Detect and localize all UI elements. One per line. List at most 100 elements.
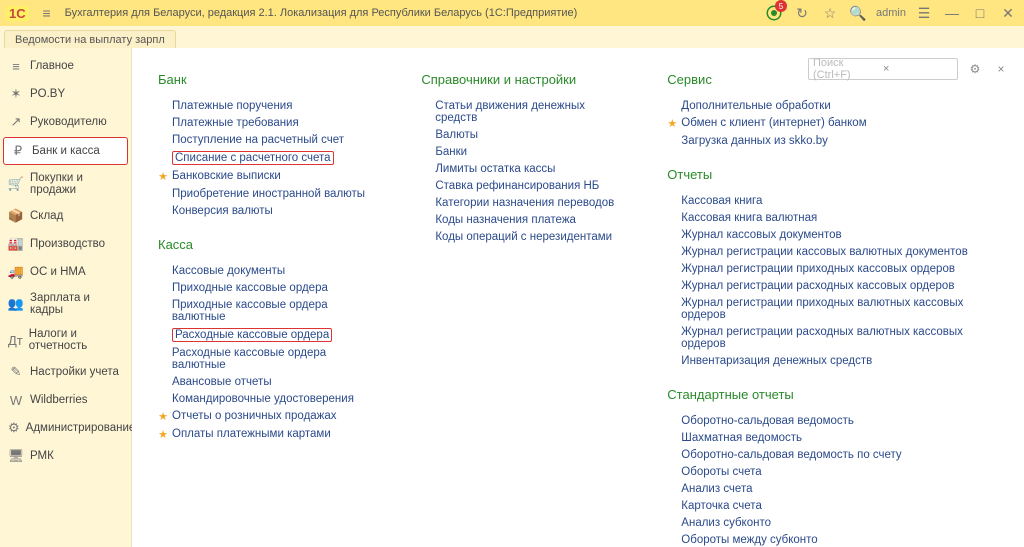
nav-link[interactable]: Кассовые документы [172, 265, 285, 277]
sidebar-item-5[interactable]: 📦Склад [0, 202, 131, 230]
nav-link[interactable]: Карточка счета [681, 500, 762, 512]
nav-link[interactable]: Кассовая книга валютная [681, 212, 817, 224]
nav-link[interactable]: Статьи движения денежных средств [435, 100, 627, 124]
group-heading: Справочники и настройки [421, 72, 627, 87]
sidebar-item-12[interactable]: ⚙Администрирование [0, 414, 131, 442]
sidebar-item-10[interactable]: ✎Настройки учета [0, 358, 131, 386]
close-panel-icon[interactable]: × [992, 60, 1010, 78]
nav-link[interactable]: Журнал регистрации расходных валютных ка… [681, 326, 1006, 350]
link-row: Кассовые документы [158, 265, 381, 277]
user-label[interactable]: admin [876, 3, 906, 23]
sidebar-item-13[interactable]: 🖥РМК [0, 442, 131, 470]
nav-link[interactable]: Списание с расчетного счета [172, 151, 334, 165]
star-icon: ★ [158, 428, 168, 441]
link-row: Конверсия валюты [158, 205, 381, 217]
nav-link[interactable]: Шахматная ведомость [681, 432, 802, 444]
nav-link[interactable]: Журнал регистрации кассовых валютных док… [681, 246, 968, 258]
nav-link[interactable]: Анализ счета [681, 483, 752, 495]
nav-link[interactable]: Коды назначения платежа [435, 214, 576, 226]
nav-link[interactable]: Банковские выписки [172, 170, 281, 182]
nav-link[interactable]: Дополнительные обработки [681, 100, 830, 112]
nav-link[interactable]: Обороты счета [681, 466, 761, 478]
nav-link[interactable]: Приходные кассовые ордера [172, 282, 328, 294]
sidebar-item-3[interactable]: ₽Банк и касса [3, 137, 128, 165]
link-row: Платежные поручения [158, 100, 381, 112]
sidebar: ≡Главное✶PO.BY↗Руководителю₽Банк и касса… [0, 48, 132, 547]
nav-link[interactable]: Лимиты остатка кассы [435, 163, 555, 175]
nav-link[interactable]: Конверсия валюты [172, 205, 273, 217]
nav-link[interactable]: Обмен с клиент (интернет) банком [681, 117, 866, 129]
nav-link[interactable]: Банки [435, 146, 467, 158]
nav-link[interactable]: Анализ субконто [681, 517, 771, 529]
sidebar-label: Покупки и продажи [30, 172, 123, 196]
link-row: Обороты между субконто [667, 534, 1006, 546]
nav-link[interactable]: Загрузка данных из skko.by [681, 135, 828, 147]
tab-payroll[interactable]: Ведомости на выплату зарпл [4, 30, 176, 48]
link-row: Загрузка данных из skko.by [667, 135, 1006, 147]
columns: БанкПлатежные порученияПлатежные требова… [158, 70, 1006, 547]
star-icon: ★ [158, 170, 168, 183]
nav-link[interactable]: Расходные кассовые ордера [172, 328, 332, 342]
nav-link[interactable]: Ставка рефинансирования НБ [435, 180, 599, 192]
nav-link[interactable]: Кассовая книга [681, 195, 762, 207]
search-icon[interactable]: 🔍 [848, 3, 868, 23]
settings-icon[interactable]: ⚙ [966, 60, 984, 78]
link-row: Приобретение иностранной валюты [158, 188, 381, 200]
nav-link[interactable]: Журнал регистрации приходных валютных ка… [681, 297, 1006, 321]
nav-link[interactable]: Журнал регистрации расходных кассовых ор… [681, 280, 954, 292]
nav-link[interactable]: Категории назначения переводов [435, 197, 614, 209]
nav-link[interactable]: Коды операций с нерезидентами [435, 231, 612, 243]
star-icon: ★ [667, 117, 677, 130]
sidebar-label: Администрирование [26, 422, 136, 434]
nav-link[interactable]: Платежные требования [172, 117, 299, 129]
sidebar-item-11[interactable]: WWildberries [0, 386, 131, 414]
favorite-icon[interactable]: ☆ [820, 3, 840, 23]
nav-link[interactable]: Расходные кассовые ордера валютные [172, 347, 381, 371]
sidebar-item-9[interactable]: ДтНалоги и отчетность [0, 322, 131, 358]
nav-link[interactable]: Приходные кассовые ордера валютные [172, 299, 382, 323]
sidebar-item-7[interactable]: 🚚ОС и НМА [0, 258, 131, 286]
menu-icon[interactable]: ≡ [37, 3, 57, 23]
sidebar-item-4[interactable]: 🛒Покупки и продажи [0, 166, 131, 202]
link-row: Оборотно-сальдовая ведомость [667, 415, 1006, 427]
group-heading: Стандартные отчеты [667, 387, 1006, 402]
nav-link[interactable]: Авансовые отчеты [172, 376, 272, 388]
nav-link[interactable]: Платежные поручения [172, 100, 292, 112]
close-window-icon[interactable]: ✕ [998, 3, 1018, 23]
sidebar-icon: 🖥 [8, 448, 24, 464]
column-1: Справочники и настройки Статьи движения д… [421, 70, 627, 547]
nav-link[interactable]: Журнал регистрации приходных кассовых ор… [681, 263, 955, 275]
nav-link[interactable]: Приобретение иностранной валюты [172, 188, 365, 200]
notifications-icon[interactable]: 5 [764, 3, 784, 23]
nav-link[interactable]: Командировочные удостоверения [172, 393, 354, 405]
clear-search-icon[interactable]: × [880, 63, 953, 75]
link-row: Шахматная ведомость [667, 432, 1006, 444]
nav-link[interactable]: Обороты между субконто [681, 534, 817, 546]
link-row: Поступление на расчетный счет [158, 134, 381, 146]
nav-link[interactable]: Оплаты платежными картами [172, 428, 331, 440]
column-0: БанкПлатежные порученияПлатежные требова… [158, 70, 381, 547]
sidebar-item-0[interactable]: ≡Главное [0, 52, 131, 80]
history-icon[interactable]: ↻ [792, 3, 812, 23]
sidebar-item-1[interactable]: ✶PO.BY [0, 80, 131, 108]
nav-link[interactable]: Валюты [435, 129, 478, 141]
nav-link[interactable]: Отчеты о розничных продажах [172, 410, 337, 422]
nav-link[interactable]: Оборотно-сальдовая ведомость по счету [681, 449, 901, 461]
nav-link[interactable]: Оборотно-сальдовая ведомость [681, 415, 854, 427]
link-row: ★Отчеты о розничных продажах [158, 410, 381, 423]
nav-link[interactable]: Поступление на расчетный счет [172, 134, 344, 146]
sidebar-item-8[interactable]: 👥Зарплата и кадры [0, 286, 131, 322]
sidebar-item-2[interactable]: ↗Руководителю [0, 108, 131, 136]
minimize-icon[interactable]: — [942, 3, 962, 23]
sidebar-label: Настройки учета [30, 366, 119, 378]
search-input[interactable]: Поиск (Ctrl+F) × [808, 58, 958, 80]
sidebar-item-6[interactable]: 🏭Производство [0, 230, 131, 258]
link-row: Расходные кассовые ордера валютные [158, 347, 381, 371]
panel-toggle-icon[interactable]: ☰ [914, 3, 934, 23]
nav-link[interactable]: Журнал кассовых документов [681, 229, 841, 241]
nav-link[interactable]: Инвентаризация денежных средств [681, 355, 872, 367]
link-row: Расходные кассовые ордера [158, 328, 381, 342]
link-row: Списание с расчетного счета [158, 151, 381, 165]
maximize-icon[interactable]: □ [970, 3, 990, 23]
column-2: СервисДополнительные обработки★Обмен с к… [667, 70, 1006, 547]
